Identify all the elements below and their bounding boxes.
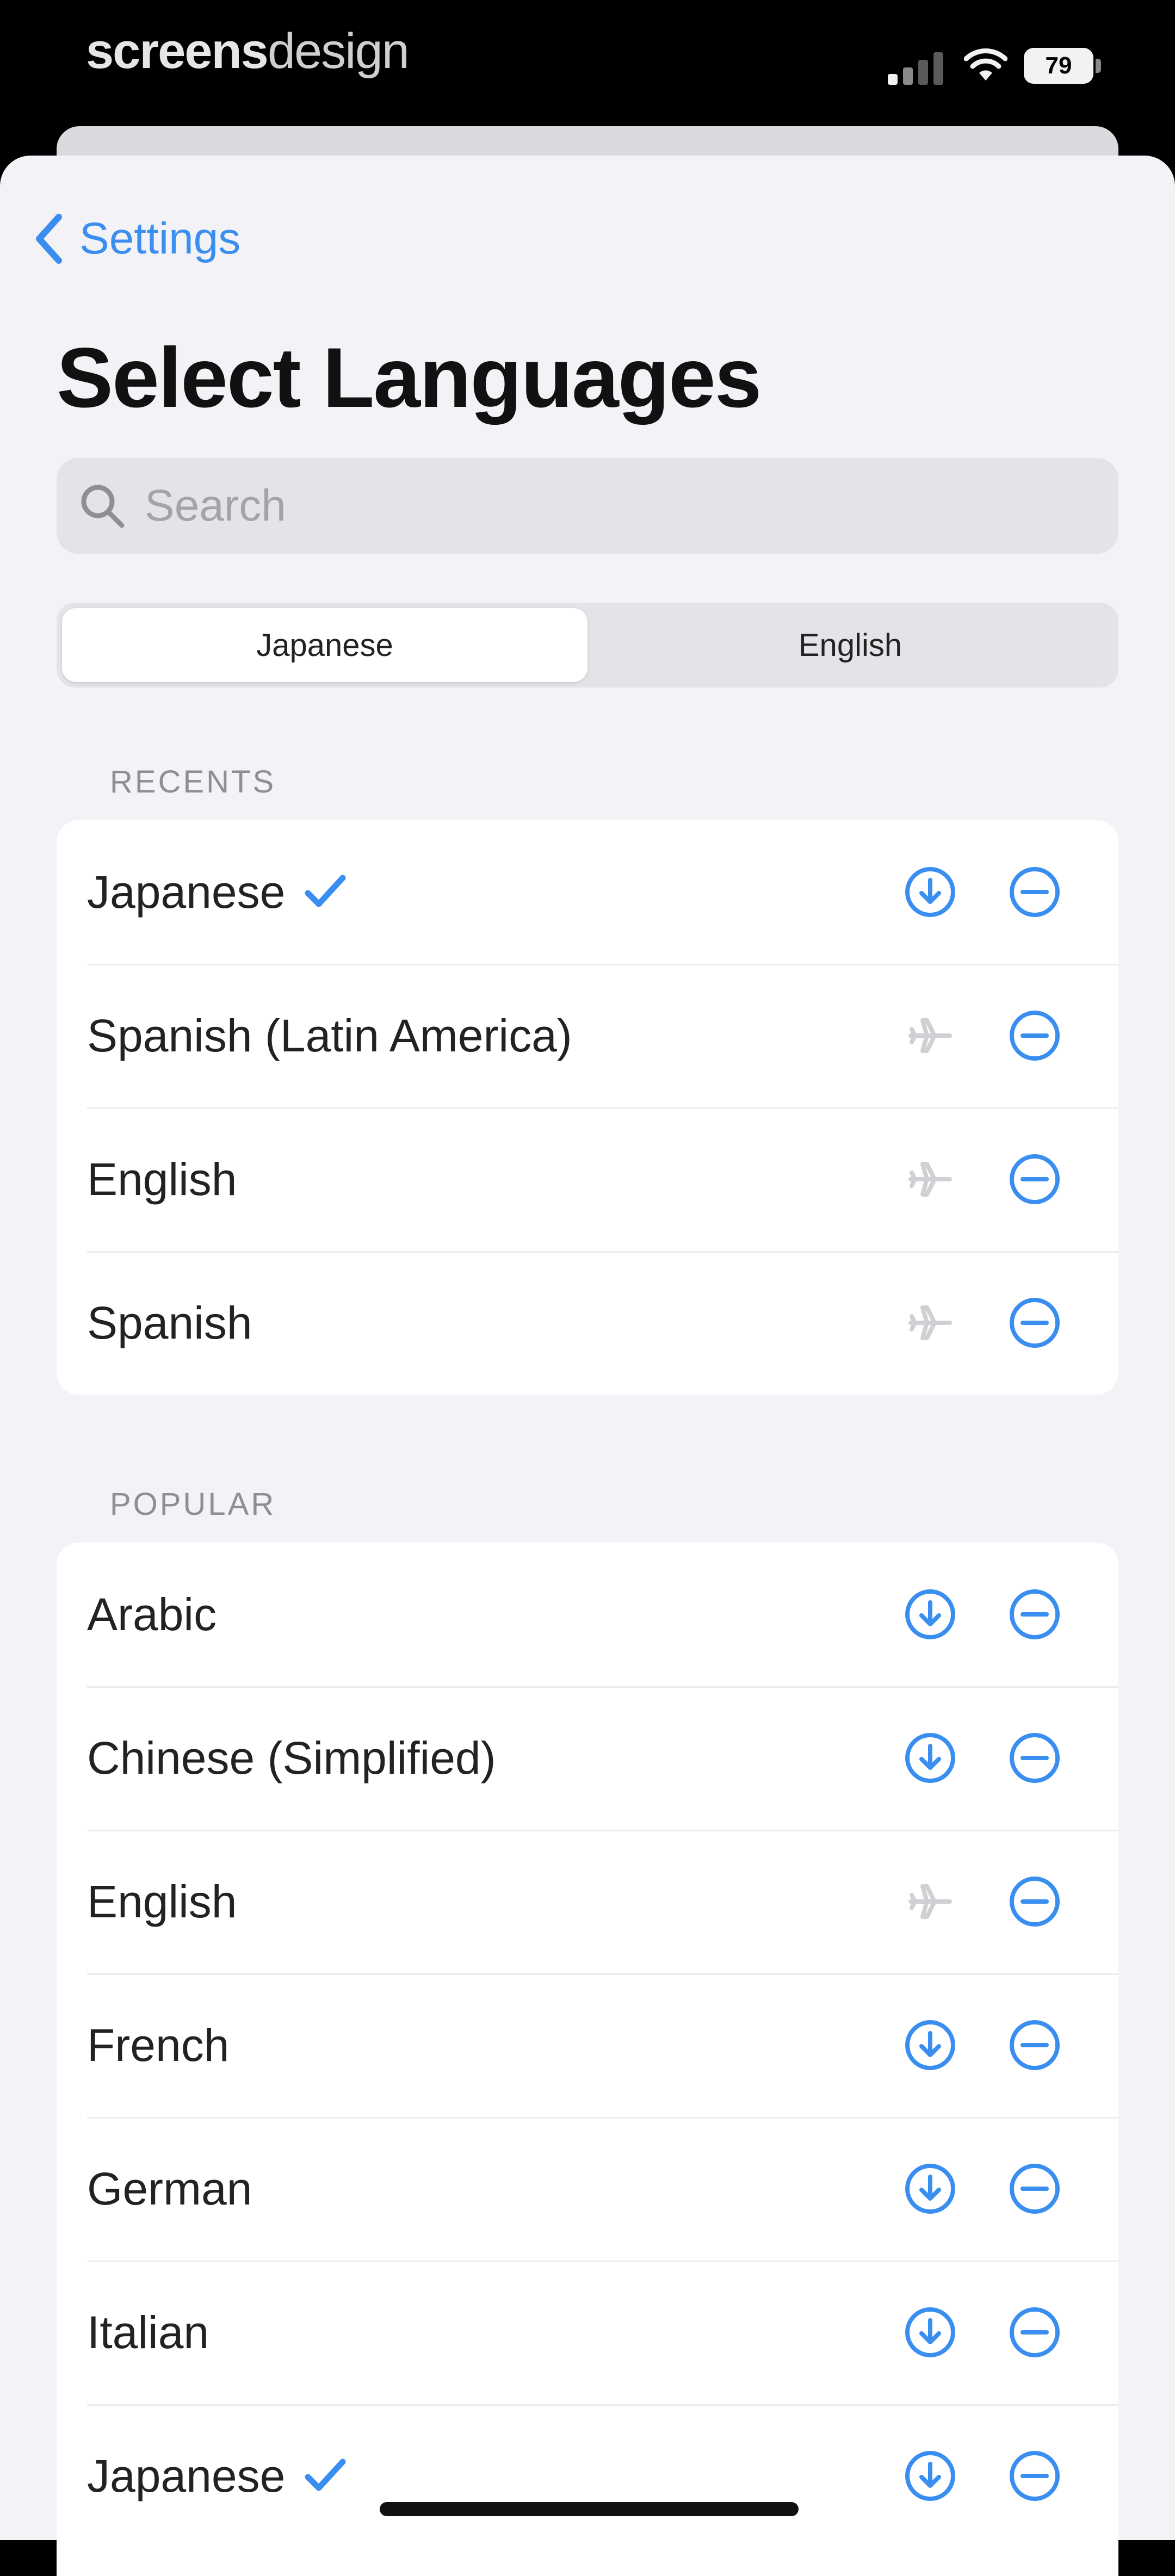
back-button-label: Settings	[79, 214, 241, 263]
wifi-icon	[964, 48, 1007, 81]
page-title: Select Languages	[57, 331, 762, 425]
row-actions	[903, 1296, 1062, 1350]
airplane-offline-icon	[903, 1152, 957, 1206]
remove-icon[interactable]	[1007, 2162, 1062, 2216]
language-name: Italian	[87, 2306, 209, 2358]
battery-indicator: 79	[1024, 48, 1093, 84]
row-actions	[903, 1008, 1062, 1063]
battery-tip	[1096, 59, 1101, 73]
search-input[interactable]: Search	[57, 458, 1118, 554]
row-actions	[903, 2162, 1062, 2216]
back-button[interactable]: Settings	[34, 209, 240, 269]
remove-icon[interactable]	[1007, 1152, 1062, 1206]
popular-list: Arabic Chinese (Simplified) English French G…	[57, 1543, 1118, 2576]
row-actions	[903, 2018, 1062, 2072]
section-header-popular: POPULAR	[110, 1487, 276, 1522]
language-row[interactable]: French	[57, 1973, 1118, 2117]
download-icon[interactable]	[903, 1731, 957, 1785]
remove-icon[interactable]	[1007, 2449, 1062, 2503]
language-name: Japanese	[87, 2450, 286, 2501]
chevron-left-icon	[36, 214, 62, 264]
status-bar: screensdesign 79	[0, 0, 1175, 131]
remove-icon[interactable]	[1007, 1296, 1062, 1350]
language-name: English	[87, 1153, 237, 1205]
remove-icon[interactable]	[1007, 1874, 1062, 1929]
row-actions	[903, 2449, 1062, 2503]
download-icon[interactable]	[903, 2018, 957, 2072]
language-name: English	[87, 1875, 237, 1927]
download-icon[interactable]	[903, 1587, 957, 1642]
language-row[interactable]: English	[57, 1107, 1118, 1251]
row-actions	[903, 865, 1062, 919]
home-indicator	[380, 2502, 799, 2516]
brand-watermark: screensdesign	[86, 23, 410, 79]
row-actions	[903, 1152, 1062, 1206]
language-name: German	[87, 2163, 252, 2214]
language-name: Chinese (Simplified)	[87, 1732, 496, 1784]
search-icon	[81, 485, 125, 528]
row-actions	[903, 1587, 1062, 1642]
airplane-offline-icon	[903, 1008, 957, 1063]
language-row[interactable]: English	[57, 1830, 1118, 1973]
download-icon[interactable]	[903, 2305, 957, 2360]
language-name: French	[87, 2019, 230, 2071]
row-actions	[903, 2305, 1062, 2360]
remove-icon[interactable]	[1007, 2018, 1062, 2072]
segment-japanese[interactable]: Japanese	[62, 608, 588, 682]
language-row[interactable]: Japanese	[57, 2404, 1118, 2548]
cellular-signal-icon	[888, 52, 943, 85]
language-row[interactable]: Italian	[57, 2261, 1118, 2404]
checkmark-icon	[304, 874, 347, 911]
language-sheet: Settings Select Languages Search Japanes…	[0, 156, 1175, 2576]
airplane-offline-icon	[903, 1296, 957, 1350]
language-name: Arabic	[87, 1588, 217, 1640]
language-row[interactable]: Spanish	[57, 1251, 1118, 1395]
recents-list: Japanese Spanish (Latin America) English Sp…	[57, 820, 1118, 1395]
section-header-recents: RECENTS	[110, 764, 276, 800]
search-placeholder: Search	[145, 481, 286, 530]
remove-icon[interactable]	[1007, 1731, 1062, 1785]
language-row[interactable]: German	[57, 2117, 1118, 2261]
remove-icon[interactable]	[1007, 1587, 1062, 1642]
row-actions	[903, 1874, 1062, 1929]
remove-icon[interactable]	[1007, 2305, 1062, 2360]
download-icon[interactable]	[903, 865, 957, 919]
download-icon[interactable]	[903, 2162, 957, 2216]
checkmark-icon	[304, 2457, 347, 2495]
download-icon[interactable]	[903, 2449, 957, 2503]
language-row[interactable]: Spanish (Latin America)	[57, 964, 1118, 1107]
language-row[interactable]: Chinese (Simplified)	[57, 1686, 1118, 1830]
remove-icon[interactable]	[1007, 865, 1062, 919]
language-row[interactable]: Japanese	[57, 820, 1118, 964]
language-name: Spanish (Latin America)	[87, 1010, 572, 1061]
language-segmented-control: Japanese English	[57, 603, 1118, 688]
language-row[interactable]: Arabic	[57, 1543, 1118, 1686]
row-actions	[903, 1731, 1062, 1785]
language-name: Spanish	[87, 1297, 252, 1348]
remove-icon[interactable]	[1007, 1008, 1062, 1063]
language-name: Japanese	[87, 866, 286, 918]
segment-english[interactable]: English	[588, 608, 1113, 682]
airplane-offline-icon	[903, 1874, 957, 1929]
